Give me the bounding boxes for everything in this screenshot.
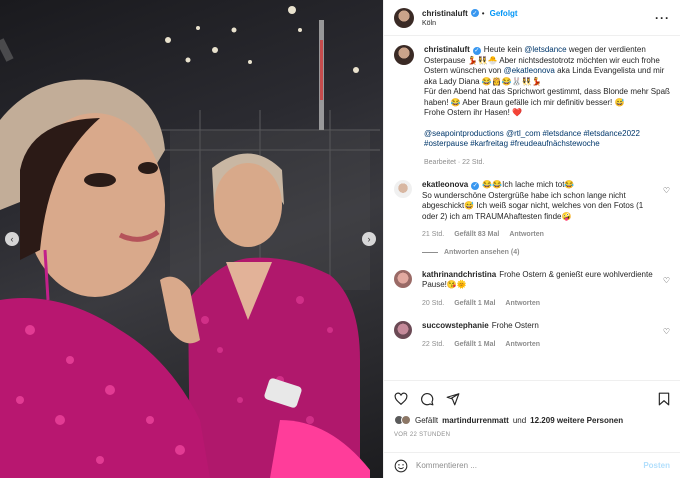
- author-username[interactable]: christinaluft: [422, 9, 468, 18]
- chevron-left-icon[interactable]: ‹: [5, 232, 19, 246]
- liked-by-conjunction: und: [512, 415, 527, 425]
- caption-hashtags[interactable]: #osterpause #karfreitag #freudeaufnächst…: [424, 139, 670, 150]
- comment-time: 21 Std.: [422, 231, 445, 238]
- commenter-avatar[interactable]: [394, 269, 412, 288]
- comments-list[interactable]: christinaluft ✓ Heute kein @letsdance wege…: [384, 37, 680, 380]
- commenter-avatar[interactable]: [394, 321, 412, 339]
- edited-label: Bearbeitet · 22 Std.: [424, 158, 485, 166]
- heart-icon[interactable]: ♡: [663, 186, 670, 241]
- verified-badge-icon: ✓: [471, 182, 480, 191]
- caption-entry: christinaluft ✓ Heute kein @letsdance wege…: [394, 45, 670, 168]
- liked-by-others[interactable]: 12.209 weitere Personen: [530, 416, 623, 425]
- instagram-post-view: ‹ › christinaluft ✓ • Gefolgt Köln ··· c…: [0, 0, 680, 478]
- liked-by-user[interactable]: martindurrenmatt: [442, 416, 509, 425]
- commenter-username[interactable]: ekatleonova: [422, 180, 468, 189]
- caption-username[interactable]: christinaluft: [424, 45, 470, 54]
- caption-text: christinaluft ✓ Heute kein @letsdance wege…: [424, 45, 670, 119]
- post-location[interactable]: Köln: [422, 20, 655, 27]
- caption-avatar[interactable]: [394, 45, 414, 65]
- verified-badge-icon: ✓: [470, 9, 479, 17]
- comment-likes[interactable]: Gefällt 1 Mal: [454, 299, 495, 310]
- comment-text: succowstephanie Frohe Ostern: [422, 321, 653, 332]
- comment-body: succowstephanie Frohe Ostern 22 Std. Gefä…: [422, 321, 653, 350]
- comment-meta: 21 Std. Gefällt 83 Mal Antworten: [422, 230, 653, 241]
- liked-by-prefix: Gefällt: [415, 415, 439, 425]
- caption-tags[interactable]: @seapointproductions @rtl_com #letsdance…: [424, 129, 670, 140]
- more-options-icon[interactable]: ···: [655, 11, 670, 25]
- comment-content: Frohe Ostern: [491, 321, 539, 330]
- view-replies-label: Antworten ansehen (4): [444, 248, 520, 256]
- post-side-panel: christinaluft ✓ • Gefolgt Köln ··· chris…: [383, 0, 680, 478]
- post-photo[interactable]: ‹ ›: [0, 0, 383, 478]
- liked-by-avatars: [394, 415, 411, 425]
- comment-input[interactable]: [416, 461, 636, 470]
- author-avatar[interactable]: [394, 7, 414, 28]
- comment-likes[interactable]: Gefällt 1 Mal: [454, 340, 495, 351]
- post-comment-button[interactable]: Posten: [643, 461, 670, 470]
- follow-status-button[interactable]: Gefolgt: [490, 9, 518, 18]
- post-actions: Gefällt martindurrenmatt und 12.209 weit…: [384, 380, 680, 438]
- comment-item: ekatleonova ✓ 😂😂Ich lache mich tot😂 So wun…: [394, 180, 670, 241]
- comment-time: 20 Std.: [422, 299, 445, 307]
- comment-likes[interactable]: Gefällt 83 Mal: [454, 230, 499, 241]
- selfie-photo-illustration: [0, 6, 380, 478]
- share-icon[interactable]: [446, 392, 460, 406]
- comment-item: kathrinandchristina Frohe Ostern & genieß…: [394, 269, 670, 310]
- comment-body: ekatleonova ✓ 😂😂Ich lache mich tot😂 So wun…: [422, 180, 653, 241]
- author-line: christinaluft ✓ • Gefolgt: [422, 9, 655, 18]
- comment-body: kathrinandchristina Frohe Ostern & genieß…: [422, 270, 653, 310]
- reply-button[interactable]: Antworten: [505, 340, 540, 351]
- comment-text: ekatleonova ✓ 😂😂Ich lache mich tot😂 So wun…: [422, 180, 653, 222]
- commenter-username[interactable]: kathrinandchristina: [422, 270, 496, 279]
- heart-icon[interactable]: ♡: [663, 276, 670, 310]
- mention-link[interactable]: @ekatleonova: [504, 66, 555, 75]
- heart-icon[interactable]: [394, 392, 408, 406]
- view-replies-button[interactable]: Antworten ansehen (4): [422, 249, 670, 256]
- heart-icon[interactable]: ♡: [663, 327, 670, 350]
- mention-link[interactable]: @letsdance: [524, 45, 566, 54]
- comment-text: kathrinandchristina Frohe Ostern & genieß…: [422, 270, 653, 291]
- dot-separator: •: [481, 8, 485, 18]
- caption-body: christinaluft ✓ Heute kein @letsdance wege…: [424, 45, 670, 168]
- caption-meta: Bearbeitet · 22 Std.: [424, 158, 670, 169]
- caption-text-part: Heute kein: [483, 45, 525, 54]
- comment-icon[interactable]: [420, 392, 434, 406]
- author-info: christinaluft ✓ • Gefolgt Köln: [422, 9, 655, 27]
- bookmark-icon[interactable]: [658, 392, 670, 406]
- chevron-right-icon[interactable]: ›: [362, 232, 376, 246]
- reply-button[interactable]: Antworten: [505, 299, 540, 310]
- liker-avatar: [401, 415, 411, 425]
- comment-time: 22 Std.: [422, 340, 445, 348]
- post-header: christinaluft ✓ • Gefolgt Köln ···: [384, 0, 680, 36]
- comment-composer: Posten: [384, 452, 680, 478]
- comment-meta: 22 Std. Gefällt 1 Mal Antworten: [422, 340, 653, 351]
- comment-item: succowstephanie Frohe Ostern 22 Std. Gefä…: [394, 321, 670, 350]
- reply-button[interactable]: Antworten: [509, 230, 544, 241]
- post-timestamp[interactable]: VOR 22 STUNDEN: [394, 432, 670, 438]
- action-icons-row: [394, 389, 670, 409]
- liked-by-row: Gefällt martindurrenmatt und 12.209 weit…: [394, 415, 670, 425]
- verified-badge-icon: ✓: [472, 47, 481, 56]
- divider-line: [422, 251, 438, 253]
- commenter-avatar[interactable]: [394, 180, 412, 198]
- comment-meta: 20 Std. Gefällt 1 Mal Antworten: [422, 299, 653, 310]
- commenter-username[interactable]: succowstephanie: [422, 321, 489, 330]
- emoji-icon[interactable]: [394, 459, 408, 473]
